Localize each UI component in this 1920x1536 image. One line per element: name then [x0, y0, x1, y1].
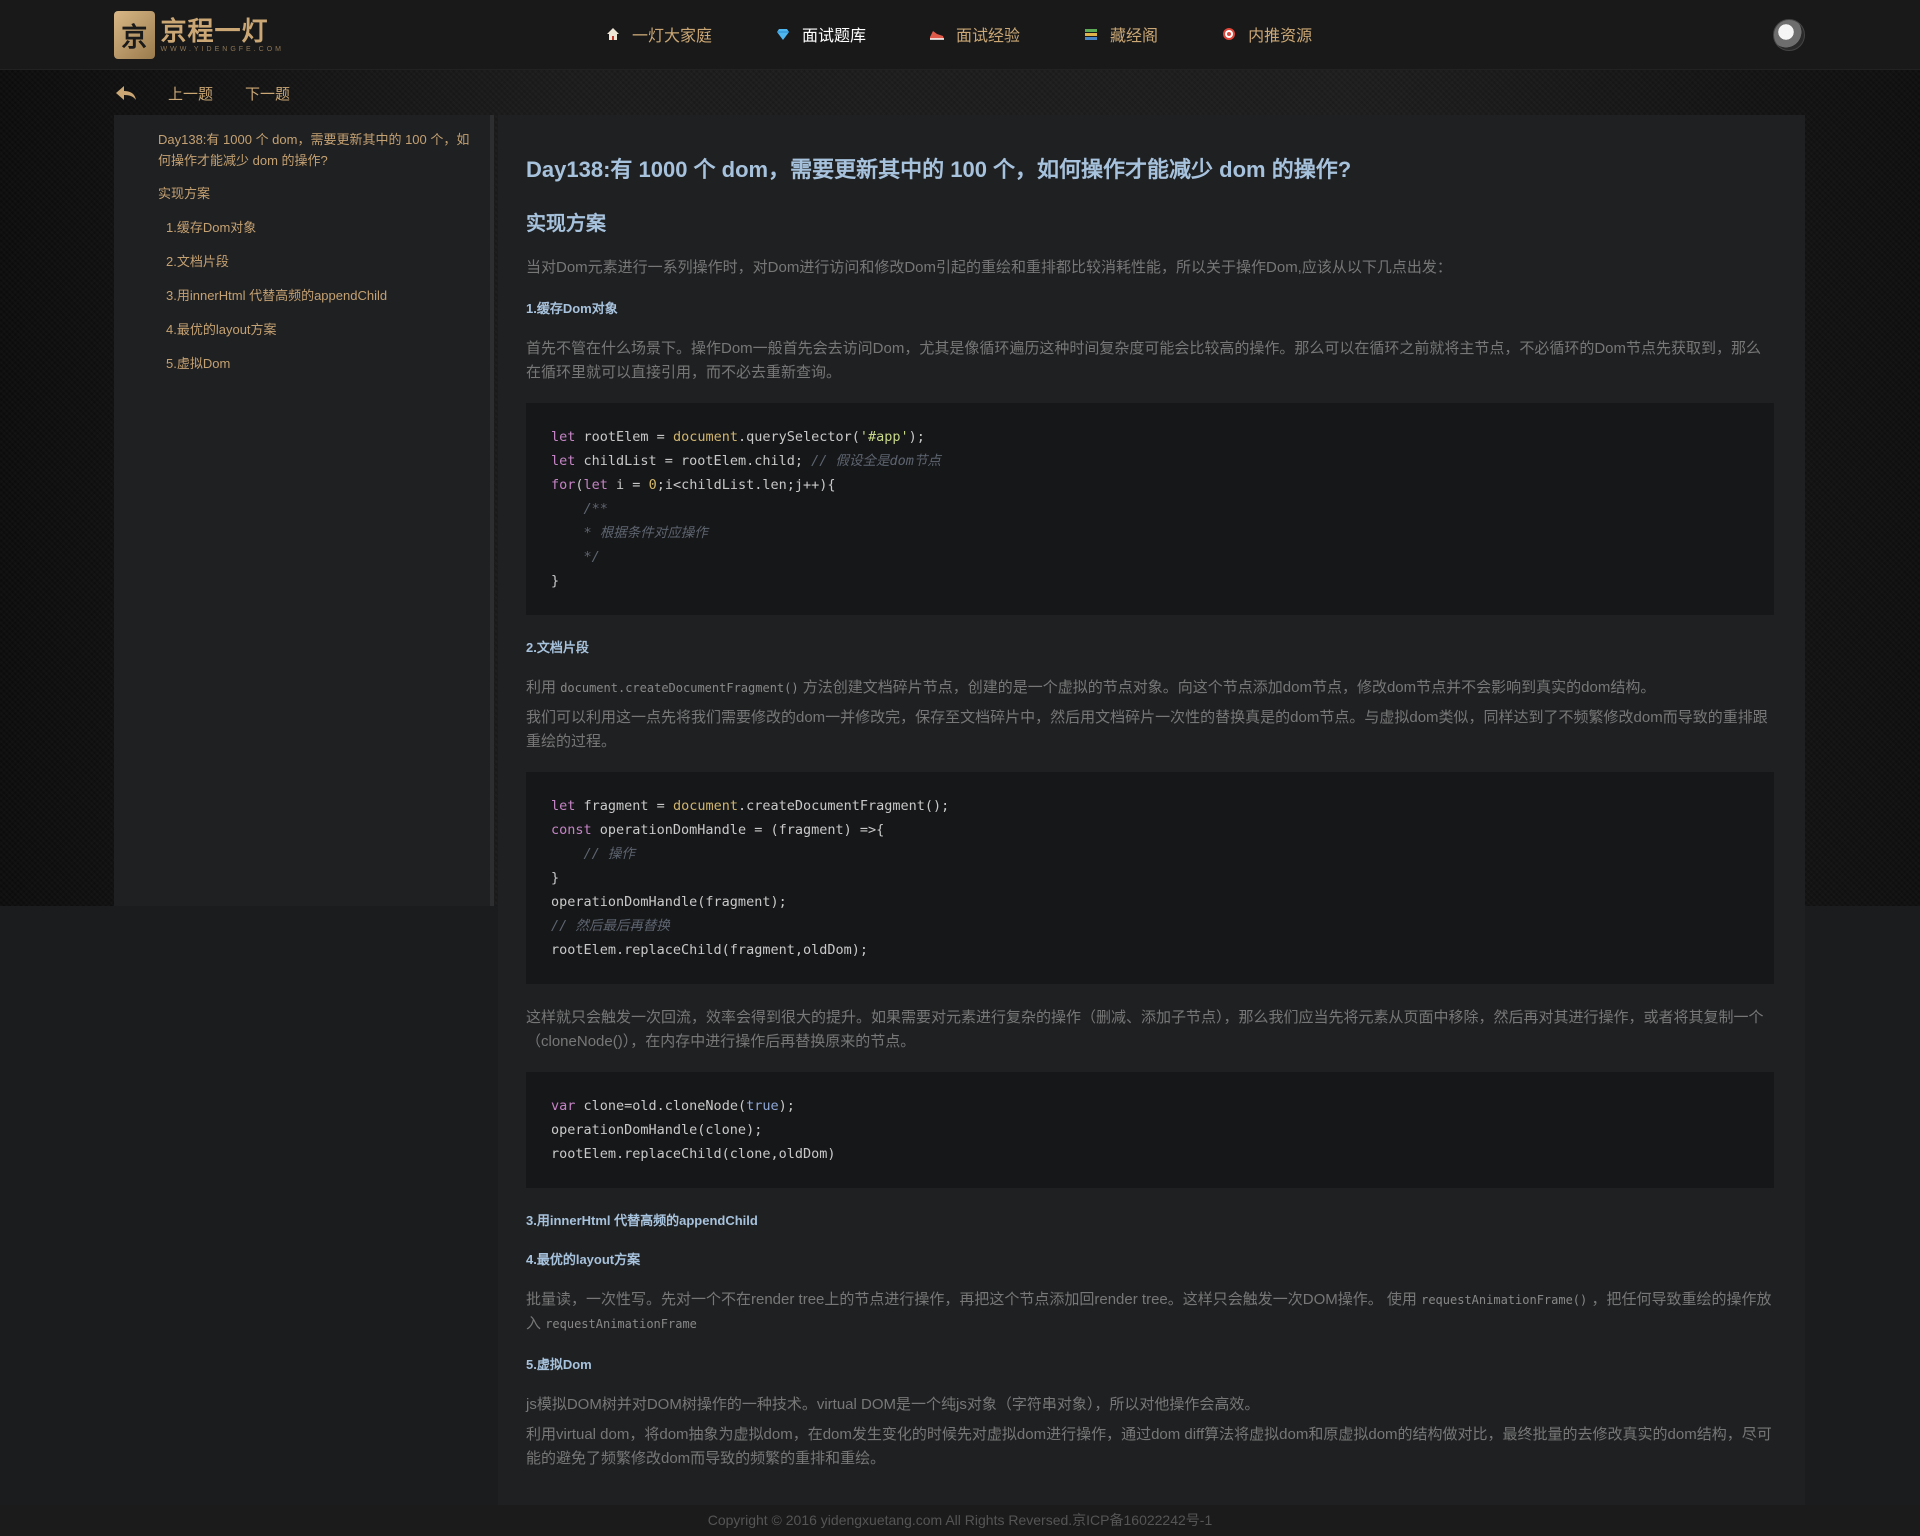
next-question-link[interactable]: 下一题 [245, 83, 290, 104]
article-content: Day138:有 1000 个 dom，需要更新其中的 100 个，如何操作才能… [498, 115, 1805, 1505]
logo-name: 京程一灯 [160, 16, 269, 47]
toc-item[interactable]: 5.虚拟Dom [166, 353, 470, 372]
toc-item[interactable]: 4.最优的layout方案 [166, 319, 470, 338]
toc-item[interactable]: 1.缓存Dom对象 [166, 217, 470, 236]
toc-item[interactable]: 3.用innerHtml 代替高频的appendChild [166, 285, 470, 304]
code-block-1: let rootElem = document.querySelector('#… [526, 403, 1774, 615]
subsection-2-title: 2.文档片段 [526, 640, 589, 655]
nav-item-family[interactable]: 一灯大家庭 [604, 22, 712, 46]
toc-title[interactable]: Day138:有 1000 个 dom，需要更新其中的 100 个，如何操作才能… [158, 129, 470, 171]
subsection-1-title: 1.缓存Dom对象 [526, 301, 618, 316]
user-avatar[interactable] [1773, 19, 1805, 51]
subsection-5-paragraph-2: 利用virtual dom，将dom抽象为虚拟dom，在dom发生变化的时候先对… [526, 1426, 1772, 1467]
main-nav: 一灯大家庭 面试题库 面试经验 藏经阁 内推资源 [604, 22, 1374, 46]
subsection-2-paragraph-1: 利用 document.createDocumentFragment() 方法创… [526, 679, 1656, 696]
target-icon [1220, 25, 1238, 43]
code-block-3: var clone=old.cloneNode(true); operation… [526, 1072, 1774, 1188]
books-icon [1082, 25, 1100, 43]
prev-question-link[interactable]: 上一题 [168, 83, 213, 104]
nav-item-label: 藏经阁 [1110, 28, 1159, 45]
subsection-2-paragraph-3: 这样就只会触发一次回流，效率会得到很大的提升。如果需要对元素进行复杂的操作（删减… [526, 1009, 1764, 1050]
back-arrow-icon[interactable] [114, 83, 138, 103]
nav-item-referral[interactable]: 内推资源 [1220, 22, 1312, 46]
subsection-5-paragraph-1: js模拟DOM树并对DOM树操作的一种技术。virtual DOM是一个纯js对… [526, 1396, 1260, 1413]
subsection-4-paragraph: 批量读，一次性写。先对一个不在render tree上的节点进行操作，再把这个节… [526, 1291, 1772, 1332]
subsection-2-paragraph-2: 我们可以利用这一点先将我们需要修改的dom一并修改完，保存至文档碎片中，然后用文… [526, 709, 1768, 750]
inline-code: requestAnimationFrame() [1421, 1293, 1588, 1307]
subsection-1-paragraph: 首先不管在什么场景下。操作Dom一般首先会去访问Dom，尤其是像循环遍历这种时间… [526, 340, 1762, 381]
logo-mark: 京 [114, 11, 155, 59]
sneaker-icon [928, 25, 946, 43]
logo-subtitle: WWW.YIDENGFE.COM [160, 45, 284, 53]
nav-item-experience[interactable]: 面试经验 [928, 22, 1020, 46]
toc-item[interactable]: 2.文档片段 [166, 251, 470, 270]
copyright-text: Copyright © 2016 yidengxuetang.com All R… [707, 1512, 1213, 1528]
nav-item-library[interactable]: 藏经阁 [1082, 22, 1158, 46]
inline-code: document.createDocumentFragment() [560, 681, 799, 695]
nav-item-label: 面试经验 [956, 28, 1021, 45]
home-icon [604, 25, 622, 43]
subsection-4-title: 4.最优的layout方案 [526, 1252, 641, 1267]
top-navbar: 京 京程一灯 WWW.YIDENGFE.COM 一灯大家庭 面试题库 面试经验 [0, 0, 1920, 70]
nav-item-label: 一灯大家庭 [632, 28, 713, 45]
subsection-3-title: 3.用innerHtml 代替高频的appendChild [526, 1213, 758, 1228]
code-block-2: let fragment = document.createDocumentFr… [526, 772, 1774, 984]
nav-item-question-bank[interactable]: 面试题库 [774, 22, 866, 46]
page-footer: Copyright © 2016 yidengxuetang.com All R… [0, 1505, 1920, 1536]
section-heading: 实现方案 [526, 213, 606, 235]
inline-code: requestAnimationFrame [545, 1317, 697, 1331]
intro-paragraph: 当对Dom元素进行一系列操作时，对Dom进行访问和修改Dom引起的重绘和重排都比… [526, 259, 1452, 276]
nav-item-label: 内推资源 [1248, 28, 1313, 45]
nav-item-label: 面试题库 [802, 28, 867, 45]
toc-heading[interactable]: 实现方案 [158, 183, 470, 202]
table-of-contents: Day138:有 1000 个 dom，需要更新其中的 100 个，如何操作才能… [114, 115, 494, 906]
article-title: Day138:有 1000 个 dom，需要更新其中的 100 个，如何操作才能… [526, 157, 1352, 182]
site-logo[interactable]: 京 京程一灯 WWW.YIDENGFE.COM [114, 8, 284, 62]
diamond-icon [774, 25, 792, 43]
question-pager: 上一题 下一题 [114, 82, 322, 104]
subsection-5-title: 5.虚拟Dom [526, 1357, 592, 1372]
